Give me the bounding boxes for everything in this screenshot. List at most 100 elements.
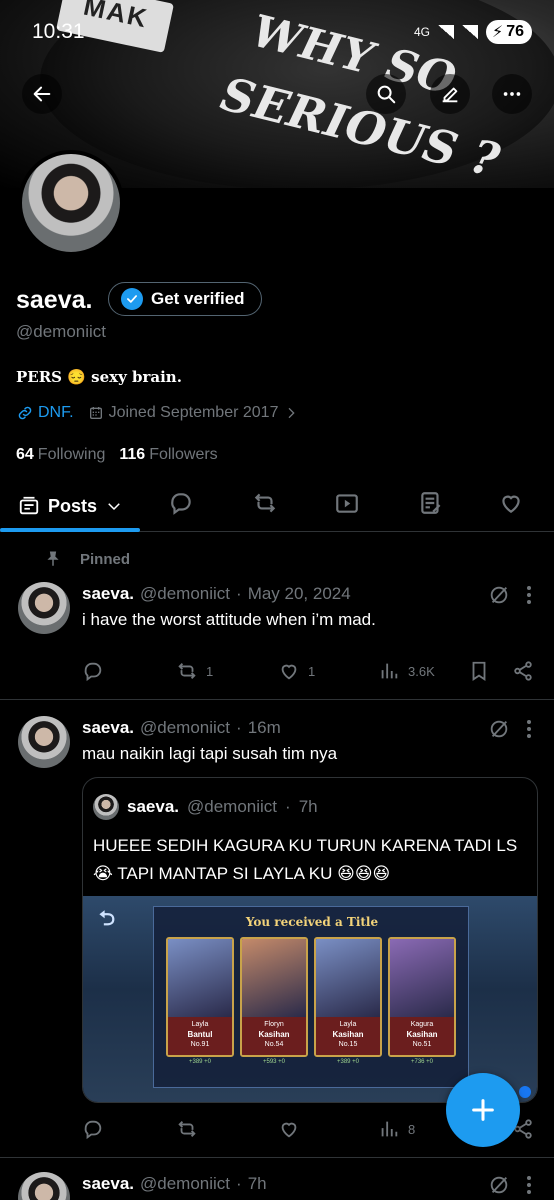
post-separator: · bbox=[236, 1174, 242, 1193]
card-info: Layla Bantul No.91 bbox=[168, 1017, 232, 1055]
repost-icon bbox=[254, 493, 276, 513]
more-options-button[interactable] bbox=[492, 74, 532, 114]
link-icon bbox=[18, 406, 32, 420]
card-title: Bantul bbox=[187, 1030, 213, 1039]
post-more-button[interactable] bbox=[526, 584, 532, 606]
card-info: Layla Kasihan No.15 bbox=[316, 1017, 380, 1055]
joined-date[interactable]: Joined September 2017 bbox=[88, 404, 300, 422]
views-button[interactable]: 8 bbox=[378, 1118, 415, 1140]
tab-likes[interactable] bbox=[498, 490, 524, 516]
views-count: 3.6K bbox=[408, 663, 435, 679]
tab-posts-label: Posts bbox=[48, 495, 98, 516]
hero-portrait bbox=[242, 939, 306, 1017]
post-author-name[interactable]: saeva. bbox=[82, 718, 134, 738]
repost-icon bbox=[178, 663, 196, 679]
quoted-text: HUEEE SEDIH KAGURA KU TURUN KARENA TADI … bbox=[93, 836, 518, 883]
reply-button[interactable] bbox=[82, 1118, 104, 1140]
post-avatar[interactable] bbox=[18, 582, 70, 634]
following-count: 64 bbox=[16, 446, 34, 463]
followers-link[interactable]: 116 Followers bbox=[119, 446, 217, 464]
quoted-image[interactable]: ⮌ You received a Title Layla Bantul No.91 +… bbox=[83, 896, 537, 1102]
quoted-author-name: saeva. bbox=[127, 797, 179, 816]
hero-name: Layla bbox=[339, 1021, 357, 1028]
card-stats: +593 +0 bbox=[262, 1059, 286, 1065]
verified-badge-icon bbox=[121, 288, 143, 310]
following-link[interactable]: 64 Following bbox=[16, 446, 105, 464]
bolt-icon: ⚡ bbox=[491, 24, 504, 41]
like-button[interactable]: 1 bbox=[278, 660, 315, 682]
card-rank: No.51 bbox=[412, 1041, 432, 1048]
quoted-post[interactable]: saeva. @demoniict · 7h HUEEE SEDIH KAGUR… bbox=[82, 777, 538, 1103]
game-back-arrow-icon: ⮌ bbox=[99, 908, 116, 930]
post-text: mau naikin lagi tapi susah tim nya bbox=[82, 744, 338, 763]
reply-button[interactable] bbox=[82, 660, 104, 682]
post-author-handle: @demoniict bbox=[140, 718, 231, 737]
tab-posts[interactable]: Posts bbox=[18, 486, 123, 526]
post-avatar[interactable] bbox=[18, 1172, 70, 1200]
like-button[interactable] bbox=[278, 1118, 300, 1140]
views-count: 8 bbox=[408, 1121, 416, 1137]
post-time: 16m bbox=[247, 718, 281, 737]
profile-avatar[interactable] bbox=[18, 150, 124, 256]
edit-button[interactable] bbox=[430, 74, 470, 114]
joined-text: Joined September 2017 bbox=[108, 404, 279, 421]
card-info: Kagura Kasihan No.51 bbox=[390, 1017, 454, 1055]
status-bar: 10:31 4G ⚡ 76 bbox=[0, 14, 554, 50]
profile-link-text: DNF. bbox=[38, 404, 74, 421]
profile-link[interactable]: DNF. bbox=[16, 404, 74, 422]
grok-icon[interactable] bbox=[488, 718, 510, 740]
title-card: Layla Bantul No.91 bbox=[166, 937, 234, 1057]
signal-icon bbox=[437, 25, 454, 39]
post-more-button[interactable] bbox=[526, 718, 532, 740]
post-avatar[interactable] bbox=[18, 716, 70, 768]
grok-icon[interactable] bbox=[488, 584, 510, 606]
quoted-author-handle: @demoniict bbox=[187, 797, 278, 816]
back-button[interactable] bbox=[22, 74, 62, 114]
repost-button[interactable]: 1 bbox=[176, 660, 213, 682]
grok-icon[interactable] bbox=[488, 1174, 510, 1196]
tab-replies[interactable] bbox=[168, 490, 194, 516]
share-icon bbox=[514, 661, 532, 681]
quoted-separator: · bbox=[285, 797, 291, 816]
battery-indicator: ⚡ 76 bbox=[485, 20, 532, 44]
chevron-right-icon bbox=[288, 407, 296, 419]
post-partial[interactable]: saeva. @demoniict · 7h bbox=[0, 1158, 554, 1200]
media-icon bbox=[336, 494, 358, 513]
title-card: Layla Kasihan No.15 bbox=[314, 937, 382, 1057]
card-title: Kasihan bbox=[406, 1030, 438, 1039]
profile-bio: PERS 😔 sexy brain. bbox=[16, 368, 182, 386]
reply-icon bbox=[84, 1120, 102, 1140]
compose-post-button[interactable] bbox=[446, 1073, 520, 1147]
signal-icon-2 bbox=[461, 25, 478, 39]
hero-portrait bbox=[390, 939, 454, 1017]
bookmark-icon bbox=[472, 661, 486, 681]
followers-count: 116 bbox=[119, 446, 146, 463]
tab-articles[interactable] bbox=[418, 490, 444, 516]
views-icon bbox=[381, 1121, 398, 1137]
card-info: Floryn Kasihan No.54 bbox=[242, 1017, 306, 1055]
post-author-handle: @demoniict bbox=[140, 584, 231, 603]
search-icon bbox=[377, 85, 396, 104]
followers-label: Followers bbox=[149, 446, 218, 463]
post-author-name[interactable]: saeva. bbox=[82, 1174, 134, 1194]
post-more-button[interactable] bbox=[526, 1174, 532, 1196]
post-author-name[interactable]: saeva. bbox=[82, 584, 134, 604]
post-pinned[interactable]: saeva. @demoniict · May 20, 2024 i have … bbox=[0, 540, 554, 700]
card-title: Kasihan bbox=[258, 1030, 290, 1039]
hero-name: Kagura bbox=[410, 1021, 434, 1028]
search-button[interactable] bbox=[366, 74, 406, 114]
heart-icon bbox=[502, 495, 520, 513]
repost-button[interactable] bbox=[176, 1118, 198, 1140]
status-icons: 4G ⚡ 76 bbox=[414, 20, 532, 44]
more-horizontal-icon bbox=[503, 92, 521, 96]
get-verified-button[interactable]: Get verified bbox=[108, 282, 262, 316]
bookmark-button[interactable] bbox=[468, 660, 490, 682]
hero-name: Floryn bbox=[264, 1021, 284, 1028]
views-button[interactable]: 3.6K bbox=[378, 660, 435, 682]
heart-icon bbox=[281, 664, 297, 680]
tab-reposts[interactable] bbox=[252, 490, 278, 516]
tab-media[interactable] bbox=[334, 490, 360, 516]
post-header: saeva. @demoniict · May 20, 2024 bbox=[82, 584, 351, 604]
quoted-post-header: saeva. @demoniict · 7h bbox=[93, 794, 318, 820]
share-button[interactable] bbox=[512, 660, 534, 682]
